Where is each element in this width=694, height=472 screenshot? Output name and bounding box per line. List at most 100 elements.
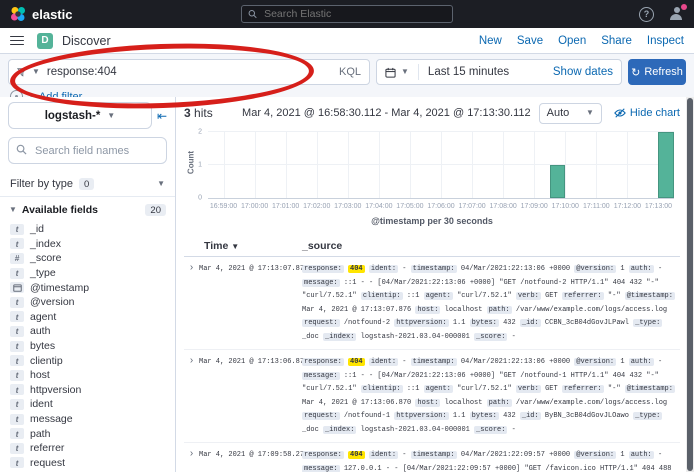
field-name: ident — [30, 398, 53, 410]
filter-by-type[interactable]: Filter by type 0 ▼ — [0, 172, 175, 197]
field-item-referrer[interactable]: treferrer — [8, 441, 167, 456]
field-item-clientip[interactable]: tclientip — [8, 353, 167, 368]
field-name-badge: _index: — [323, 333, 356, 341]
field-item-httpversion[interactable]: thttpversion — [8, 383, 167, 398]
text-field-icon: t — [10, 224, 24, 235]
field-item-request[interactable]: trequest — [8, 456, 167, 471]
nav-action-new[interactable]: New — [479, 35, 502, 47]
field-name-badge: @version: — [574, 451, 616, 459]
field-item-bytes[interactable]: tbytes — [8, 339, 167, 354]
gridline-vertical — [348, 132, 349, 198]
nav-action-save[interactable]: Save — [517, 35, 543, 47]
query-text-input[interactable] — [45, 65, 334, 79]
saved-query-icon[interactable] — [17, 67, 27, 77]
column-header-source: _source — [302, 240, 680, 252]
time-range-label[interactable]: Last 15 minutes — [428, 66, 509, 78]
field-item-score[interactable]: #_score — [8, 251, 167, 266]
histogram-chart: Count 012 16:59:0017:00:0017:01:0017:02:… — [184, 128, 680, 232]
gridline-vertical — [534, 132, 535, 198]
global-search[interactable] — [241, 5, 453, 23]
field-item-ident[interactable]: tident — [8, 397, 167, 412]
y-tick-label: 2 — [198, 129, 202, 136]
row-time: Mar 4, 2021 @ 17:09:58.278 — [199, 449, 302, 472]
user-avatar[interactable] — [670, 7, 684, 21]
expand-row-icon[interactable]: › — [184, 356, 199, 437]
y-axis-ticks: 012 — [192, 132, 202, 198]
x-tick-label: 17:04:00 — [365, 203, 392, 210]
x-axis-ticks: 16:59:0017:00:0017:01:0017:02:0017:03:00… — [208, 203, 674, 212]
field-item-host[interactable]: thost — [8, 368, 167, 383]
table-row: ›Mar 4, 2021 @ 17:13:07.876response: 404… — [184, 257, 680, 350]
gridline-vertical — [627, 132, 628, 198]
field-name-badge: verb: — [516, 292, 541, 300]
expand-row-icon[interactable]: › — [184, 449, 199, 472]
hide-chart-button[interactable]: Hide chart — [614, 107, 680, 119]
field-name: path — [30, 428, 50, 440]
field-name-badge: ident: — [369, 265, 398, 273]
gridline-vertical — [565, 132, 566, 198]
field-name-badge: _type: — [633, 319, 662, 327]
discover-app-icon[interactable]: D — [37, 33, 53, 49]
field-name-badge: path: — [487, 399, 512, 407]
query-input[interactable]: ▼ KQL — [8, 59, 370, 85]
query-language-label[interactable]: KQL — [339, 66, 361, 78]
interval-select[interactable]: Auto ▼ — [539, 103, 602, 124]
nav-action-share[interactable]: Share — [601, 35, 632, 47]
field-name-badge: clientip: — [361, 292, 403, 300]
scrollbar-thumb[interactable] — [687, 98, 693, 471]
field-name-badge: referrer: — [562, 292, 604, 300]
field-name-badge: httpversion: — [394, 319, 448, 327]
histogram-bar[interactable] — [550, 165, 566, 198]
text-field-icon: t — [10, 341, 24, 352]
index-pattern-select[interactable]: logstash-* ▼ — [8, 102, 152, 129]
column-header-time[interactable]: Time ▼ — [184, 240, 302, 252]
field-name-badge: response: — [302, 358, 344, 366]
field-item-timestamp[interactable]: @timestamp — [8, 280, 167, 295]
field-search — [8, 137, 167, 164]
field-item-agent[interactable]: tagent — [8, 310, 167, 325]
gridline-vertical — [441, 132, 442, 198]
chevron-down-icon[interactable]: ▼ — [32, 68, 40, 76]
field-name: _id — [30, 223, 44, 235]
field-name: httpversion — [30, 384, 81, 396]
search-icon — [248, 9, 257, 19]
expand-row-icon[interactable]: › — [184, 263, 199, 344]
nav-action-open[interactable]: Open — [558, 35, 586, 47]
field-name-badge: _id: — [520, 412, 541, 420]
plot-area — [208, 132, 674, 199]
field-item-path[interactable]: tpath — [8, 426, 167, 441]
available-fields-header[interactable]: ▼ Available fields 20 — [8, 197, 167, 220]
field-search-input[interactable] — [8, 137, 167, 164]
field-name: auth — [30, 325, 50, 337]
field-name: _type — [30, 267, 56, 279]
fields-sidebar: logstash-* ▼ ⇤ Filter by type 0 ▼ ▼ Avai… — [0, 97, 176, 472]
available-fields-count-badge: 20 — [145, 204, 166, 216]
divider — [418, 64, 419, 80]
field-name-badge: auth: — [629, 358, 654, 366]
x-tick-label: 17:12:00 — [614, 203, 641, 210]
gridline-vertical — [379, 132, 380, 198]
global-search-input[interactable] — [262, 7, 446, 21]
field-name-badge: host: — [415, 399, 440, 407]
histogram-bar[interactable] — [658, 132, 674, 198]
show-dates-button[interactable]: Show dates — [553, 66, 613, 78]
calendar-icon — [385, 67, 396, 78]
field-name-badge: message: — [302, 372, 340, 380]
field-name-badge: bytes: — [470, 412, 499, 420]
collapse-sidebar-icon[interactable]: ⇤ — [157, 110, 167, 122]
field-item-auth[interactable]: tauth — [8, 324, 167, 339]
field-item-message[interactable]: tmessage — [8, 412, 167, 427]
field-name-badge: auth: — [629, 265, 654, 273]
field-item-id[interactable]: t _id — [8, 222, 167, 237]
field-item-type[interactable]: t_type — [8, 266, 167, 281]
elastic-brand[interactable]: elastic — [10, 6, 72, 22]
menu-icon[interactable] — [10, 36, 24, 46]
nav-action-inspect[interactable]: Inspect — [647, 35, 684, 47]
field-name-badge: response: — [302, 451, 344, 459]
x-axis-title: @timestamp per 30 seconds — [184, 216, 680, 226]
field-item-version[interactable]: t@version — [8, 295, 167, 310]
refresh-button[interactable]: ↻ Refresh — [628, 59, 686, 85]
field-item-index[interactable]: t_index — [8, 237, 167, 252]
help-icon[interactable]: ? — [639, 7, 654, 22]
date-picker[interactable]: ▼ Last 15 minutes Show dates — [376, 59, 622, 85]
